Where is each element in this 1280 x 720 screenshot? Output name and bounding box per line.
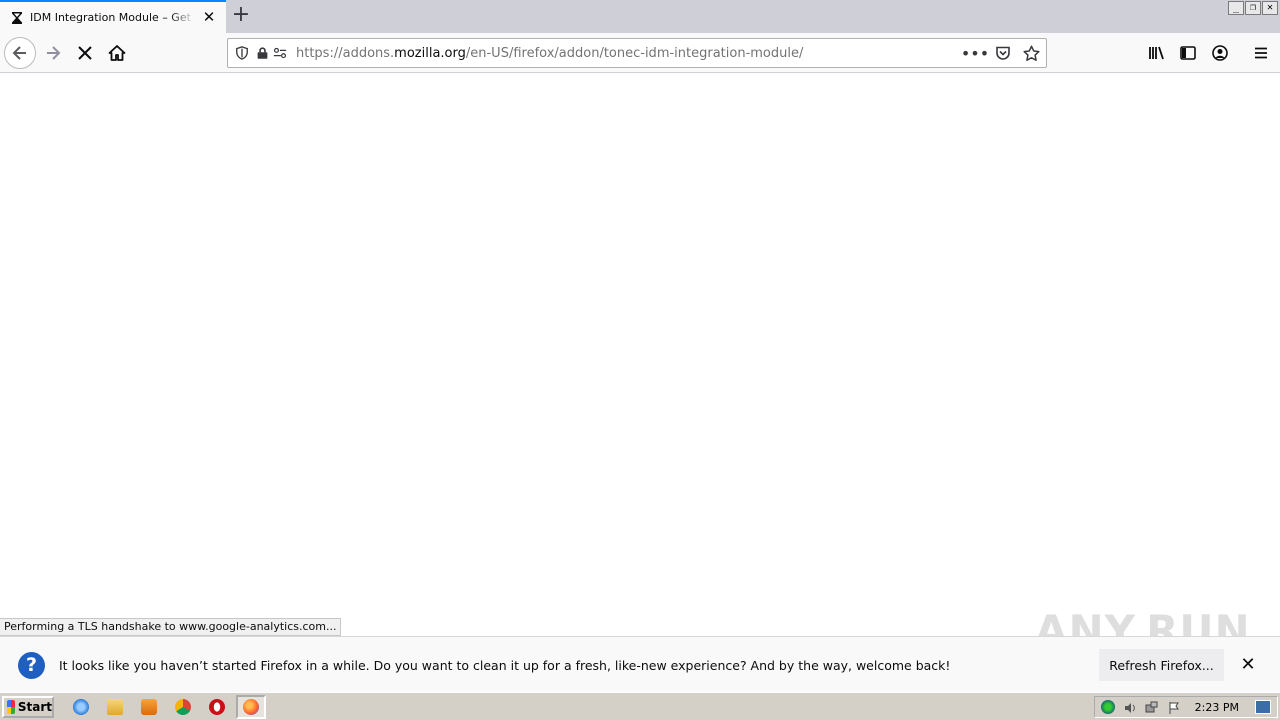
page-actions-menu-icon[interactable]: ••• xyxy=(961,43,989,63)
opera-icon[interactable] xyxy=(202,695,232,719)
permissions-icon[interactable] xyxy=(272,45,288,61)
refresh-firefox-button[interactable]: Refresh Firefox... xyxy=(1099,649,1224,681)
arrow-left-icon xyxy=(12,46,26,60)
url-bar[interactable]: https://addons.mozilla.org/en-US/firefox… xyxy=(227,38,1047,68)
nav-toolbar: https://addons.mozilla.org/en-US/firefox… xyxy=(0,33,1280,73)
new-tab-button[interactable]: + xyxy=(230,4,252,26)
url-text[interactable]: https://addons.mozilla.org/en-US/firefox… xyxy=(296,46,803,61)
start-button[interactable]: Start xyxy=(2,696,54,718)
firefox-icon[interactable] xyxy=(236,695,266,719)
app-menu-button[interactable] xyxy=(1245,37,1277,69)
sidebar-button[interactable] xyxy=(1172,37,1204,69)
pocket-icon[interactable] xyxy=(992,43,1014,63)
file-explorer-icon[interactable] xyxy=(100,695,130,719)
question-icon: ? xyxy=(18,652,45,679)
tab-active[interactable]: IDM Integration Module – Get this ✕ xyxy=(0,0,226,33)
taskbar: Start 2:23 PM xyxy=(0,692,1280,720)
stop-x-icon xyxy=(78,46,92,60)
hamburger-menu-icon xyxy=(1255,47,1267,59)
tracking-protection-shield-icon[interactable] xyxy=(234,45,250,61)
forward-button[interactable] xyxy=(37,37,69,69)
tab-strip: IDM Integration Module – Get this ✕ + _ … xyxy=(0,0,1280,33)
show-desktop-icon[interactable] xyxy=(1255,700,1271,714)
page-content xyxy=(0,74,1280,618)
notification-bar: ? It looks like you haven’t started Fire… xyxy=(0,636,1280,692)
screen: IDM Integration Module – Get this ✕ + _ … xyxy=(0,0,1280,720)
home-button[interactable] xyxy=(101,37,133,69)
close-icon[interactable]: ✕ xyxy=(1262,1,1278,15)
url-domain: mozilla.org xyxy=(394,45,466,61)
minimize-icon[interactable]: _ xyxy=(1228,1,1244,15)
back-button[interactable] xyxy=(4,37,36,69)
network-status-icon[interactable] xyxy=(1145,700,1159,714)
start-label: Start xyxy=(17,700,52,714)
bookmark-star-icon[interactable] xyxy=(1020,43,1042,63)
arrow-right-icon xyxy=(47,46,61,60)
url-path: /en-US/firefox/addon/tonec-idm-integrati… xyxy=(465,45,804,61)
status-bar: Performing a TLS handshake to www.google… xyxy=(0,618,342,636)
tab-close-icon[interactable]: ✕ xyxy=(202,10,216,25)
network-globe-icon[interactable] xyxy=(1100,700,1115,714)
quick-launch xyxy=(66,695,266,719)
account-icon xyxy=(1212,45,1228,61)
window-controls: _ ❐ ✕ xyxy=(1228,1,1278,15)
library-icon xyxy=(1149,46,1164,60)
lock-icon[interactable] xyxy=(254,45,270,61)
volume-icon[interactable] xyxy=(1123,700,1137,714)
hourglass-icon xyxy=(12,11,22,24)
stop-button[interactable] xyxy=(69,37,101,69)
library-button[interactable] xyxy=(1140,37,1172,69)
url-actions: ••• xyxy=(961,43,1042,63)
media-player-icon[interactable] xyxy=(134,695,164,719)
account-button[interactable] xyxy=(1204,37,1236,69)
restore-icon[interactable]: ❐ xyxy=(1245,1,1261,15)
windows-logo-icon xyxy=(7,700,15,714)
close-icon[interactable]: ✕ xyxy=(1240,656,1256,674)
home-icon xyxy=(108,45,126,61)
action-center-flag-icon[interactable] xyxy=(1167,700,1181,714)
notification-message: It looks like you haven’t started Firefo… xyxy=(59,658,951,673)
internet-explorer-icon[interactable] xyxy=(66,695,96,719)
url-prefix: https://addons. xyxy=(296,45,395,61)
tab-title: IDM Integration Module – Get this xyxy=(30,11,195,24)
clock[interactable]: 2:23 PM xyxy=(1195,701,1239,714)
chrome-icon[interactable] xyxy=(168,695,198,719)
sidebar-icon xyxy=(1180,46,1196,60)
system-tray: 2:23 PM xyxy=(1093,696,1278,718)
